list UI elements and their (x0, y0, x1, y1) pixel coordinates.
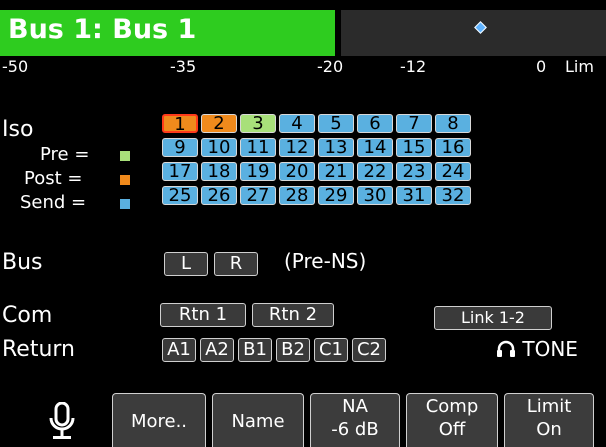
iso-channel-button[interactable]: 4 (279, 114, 315, 133)
iso-channel-button[interactable]: 9 (162, 138, 198, 157)
meter-scale-label: Lim (565, 57, 594, 76)
com-rtn1-button[interactable]: Rtn 1 (160, 303, 246, 327)
link-1-2-button[interactable]: Link 1-2 (434, 306, 552, 330)
comp-softkey-label: Comp (425, 396, 479, 417)
iso-channel-button[interactable]: 32 (435, 186, 471, 205)
bus-right-button[interactable]: R (214, 252, 258, 276)
microphone-icon[interactable] (48, 401, 76, 446)
iso-channel-button[interactable]: 24 (435, 162, 471, 181)
iso-channel-button[interactable]: 13 (318, 138, 354, 157)
limit-softkey-label: Limit (526, 396, 572, 417)
comp-softkey-value: Off (438, 419, 466, 440)
iso-channel-button[interactable]: 17 (162, 162, 198, 181)
return-c2-button[interactable]: C2 (352, 338, 386, 362)
legend-post-label: Post = (24, 168, 83, 189)
comp-softkey[interactable]: Comp Off (406, 393, 498, 447)
iso-label: Iso (2, 117, 34, 142)
iso-channel-button[interactable]: 23 (396, 162, 432, 181)
iso-channel-button[interactable]: 3 (240, 114, 276, 133)
limit-softkey[interactable]: Limit On (504, 393, 594, 447)
iso-channel-button[interactable]: 14 (357, 138, 393, 157)
na-softkey-value: -6 dB (331, 419, 379, 440)
iso-channel-button[interactable]: 19 (240, 162, 276, 181)
legend-pre-swatch (120, 151, 130, 161)
meter-scale-label: -50 (2, 57, 29, 76)
meter-scale-label: -35 (170, 57, 197, 76)
legend-send-swatch (120, 199, 130, 209)
legend-send-label: Send = (20, 192, 87, 213)
iso-channel-button[interactable]: 8 (435, 114, 471, 133)
iso-channel-button[interactable]: 25 (162, 186, 198, 205)
meter-scale-label: 0 (536, 57, 547, 76)
legend-post-swatch (120, 175, 130, 185)
iso-channel-button[interactable]: 10 (201, 138, 237, 157)
bus-pre-ns-note: (Pre-NS) (284, 249, 367, 273)
iso-channel-button[interactable]: 1 (162, 114, 198, 134)
iso-channel-button[interactable]: 6 (357, 114, 393, 133)
bus-title: Bus 1: Bus 1 (8, 14, 197, 45)
iso-channel-button[interactable]: 26 (201, 186, 237, 205)
limit-softkey-value: On (536, 419, 562, 440)
return-label: Return (2, 337, 76, 362)
iso-channel-button[interactable]: 27 (240, 186, 276, 205)
more-softkey[interactable]: More.. (112, 393, 206, 447)
iso-channel-button[interactable]: 20 (279, 162, 315, 181)
tone-indicator[interactable]: TONE (496, 337, 578, 361)
iso-channel-button[interactable]: 21 (318, 162, 354, 181)
meter-scale-label: -12 (400, 57, 427, 76)
iso-channel-button[interactable]: 29 (318, 186, 354, 205)
iso-channel-button[interactable]: 22 (357, 162, 393, 181)
com-label: Com (2, 303, 53, 328)
bus-label: Bus (2, 250, 43, 275)
headphones-icon (497, 340, 515, 357)
pan-indicator-bar[interactable] (341, 10, 606, 56)
name-softkey-label: Name (231, 411, 285, 432)
iso-channel-button[interactable]: 18 (201, 162, 237, 181)
return-c1-button[interactable]: C1 (314, 338, 348, 362)
iso-channel-button[interactable]: 15 (396, 138, 432, 157)
iso-channel-button[interactable]: 7 (396, 114, 432, 133)
iso-channel-button[interactable]: 2 (201, 114, 237, 133)
na-softkey[interactable]: NA -6 dB (310, 393, 400, 447)
return-b1-button[interactable]: B1 (238, 338, 272, 362)
bus-left-button[interactable]: L (164, 252, 208, 276)
return-b2-button[interactable]: B2 (276, 338, 310, 362)
tone-label: TONE (522, 337, 578, 361)
legend-pre-label: Pre = (40, 144, 90, 165)
name-softkey[interactable]: Name (212, 393, 304, 447)
com-rtn2-button[interactable]: Rtn 2 (252, 303, 334, 327)
meter-scale-label: -20 (317, 57, 344, 76)
more-softkey-label: More.. (130, 411, 188, 432)
iso-channel-button[interactable]: 11 (240, 138, 276, 157)
iso-channel-button[interactable]: 5 (318, 114, 354, 133)
na-softkey-label: NA (342, 396, 368, 417)
iso-channel-button[interactable]: 31 (396, 186, 432, 205)
iso-channel-button[interactable]: 30 (357, 186, 393, 205)
return-a1-button[interactable]: A1 (162, 338, 196, 362)
return-a2-button[interactable]: A2 (200, 338, 234, 362)
iso-channel-button[interactable]: 12 (279, 138, 315, 157)
iso-channel-button[interactable]: 16 (435, 138, 471, 157)
iso-channel-button[interactable]: 28 (279, 186, 315, 205)
